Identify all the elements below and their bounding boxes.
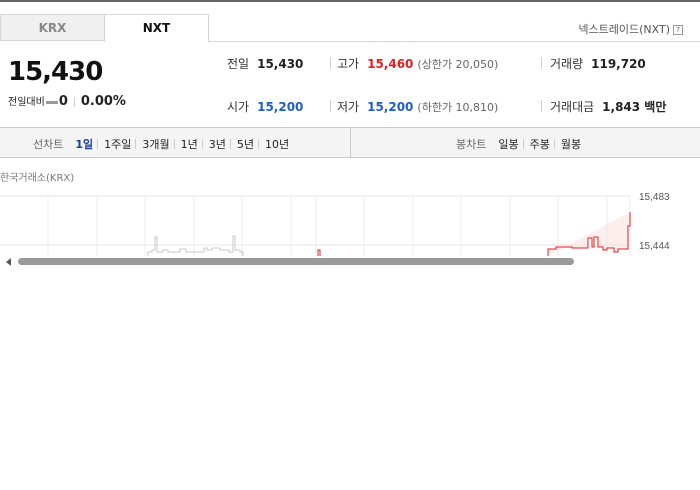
tab-divider <box>209 41 700 42</box>
intraday-chart: 15,483 15,444 <box>0 192 670 256</box>
period-3y[interactable]: 3년 <box>209 138 226 151</box>
top-border <box>0 0 700 2</box>
candle-chart-controls: 봉차트 일봉 주봉 월봉 <box>456 136 585 152</box>
divider <box>201 139 203 149</box>
lower-limit: (하한가 10,810) <box>417 101 499 114</box>
period-5y[interactable]: 5년 <box>237 138 254 151</box>
divider <box>173 139 175 149</box>
period-10y[interactable]: 10년 <box>265 138 289 151</box>
low-value: 15,200 <box>367 100 414 114</box>
quote-amount: 거래대금 1,843 백만 <box>550 98 666 115</box>
quote-open: 시가 15,200 <box>227 98 303 115</box>
prev-label: 전일 <box>227 57 250 71</box>
open-value: 15,200 <box>257 100 304 114</box>
period-1y[interactable]: 1년 <box>181 138 198 151</box>
divider <box>229 139 231 149</box>
divider <box>541 57 542 69</box>
open-label: 시가 <box>227 100 250 114</box>
volume-label: 거래량 <box>550 57 584 71</box>
amount-value: 1,843 백만 <box>602 100 667 114</box>
quote-prev: 전일 15,430 <box>227 55 303 72</box>
candle-weekly[interactable]: 주봉 <box>530 138 550 151</box>
current-price: 15,430 <box>8 57 103 87</box>
candle-monthly[interactable]: 월봉 <box>561 138 581 151</box>
candle-daily[interactable]: 일봉 <box>498 138 518 151</box>
chart-control-bar: 선차트 1일 1주일 3개월 1년 3년 5년 10년 봉차트 일봉 주봉 월봉 <box>0 127 700 158</box>
divider <box>541 100 542 112</box>
price-change: 전일대비 0 0.00% <box>8 93 126 109</box>
quote-low: 저가 15,200 (하한가 10,810) <box>337 98 498 115</box>
high-label: 고가 <box>337 57 360 71</box>
change-value: 0 <box>58 94 68 109</box>
control-divider <box>350 128 351 157</box>
divider <box>135 139 137 149</box>
divider <box>553 139 555 149</box>
y-tick-top: 15,483 <box>639 192 670 203</box>
market-tabs: KRX NXT <box>0 14 209 42</box>
period-3m[interactable]: 3개월 <box>142 138 169 151</box>
low-label: 저가 <box>337 100 360 114</box>
volume-value: 119,720 <box>591 57 646 71</box>
nxt-price-line <box>547 212 631 256</box>
divider <box>97 139 99 149</box>
scroll-left-icon[interactable] <box>6 258 11 266</box>
nxt-title-text: 넥스트레이드(NXT) <box>578 23 670 36</box>
tab-nxt[interactable]: NXT <box>104 14 209 42</box>
divider <box>330 57 331 69</box>
divider <box>330 100 331 112</box>
prev-value: 15,430 <box>257 57 304 71</box>
period-1w[interactable]: 1주일 <box>104 138 131 151</box>
high-value: 15,460 <box>367 57 414 71</box>
divider <box>258 139 260 149</box>
line-chart-label: 선차트 <box>33 138 64 151</box>
amount-label: 거래대금 <box>550 100 595 114</box>
chart-scrollbar[interactable] <box>0 254 700 268</box>
krx-price-line <box>147 235 244 256</box>
divider <box>73 97 75 107</box>
change-percent: 0.00% <box>80 94 126 109</box>
help-icon[interactable]: ? <box>673 25 683 35</box>
upper-limit: (상한가 20,050) <box>417 58 499 71</box>
line-chart-controls: 선차트 1일 1주일 3개월 1년 3년 5년 10년 <box>33 136 293 152</box>
nxt-title: 넥스트레이드(NXT)? <box>578 21 683 37</box>
y-tick-mid: 15,444 <box>639 241 670 252</box>
flat-icon <box>45 100 58 104</box>
quote-high: 고가 15,460 (상한가 20,050) <box>337 55 498 72</box>
scroll-thumb[interactable] <box>18 258 574 265</box>
period-1d[interactable]: 1일 <box>75 138 93 151</box>
tab-krx[interactable]: KRX <box>0 14 105 41</box>
change-label: 전일대비 <box>8 97 45 108</box>
quote-volume: 거래량 119,720 <box>550 55 646 72</box>
exchange-label: 한국거래소(KRX) <box>0 173 75 184</box>
divider <box>522 139 524 149</box>
candle-chart-label: 봉차트 <box>456 138 487 151</box>
